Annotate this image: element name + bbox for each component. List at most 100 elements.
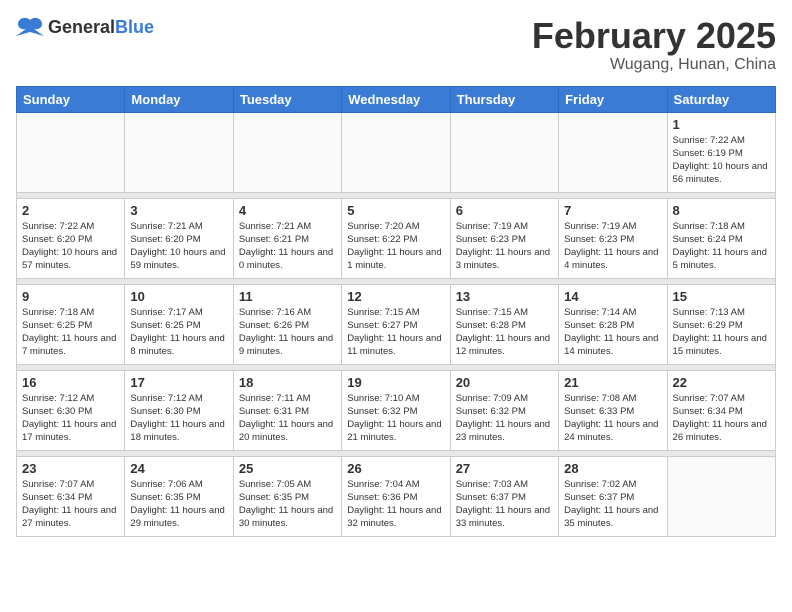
day-info: Sunrise: 7:19 AM Sunset: 6:23 PM Dayligh… bbox=[564, 220, 661, 273]
day-number: 20 bbox=[456, 375, 553, 390]
header-saturday: Saturday bbox=[667, 86, 775, 112]
day-info: Sunrise: 7:14 AM Sunset: 6:28 PM Dayligh… bbox=[564, 306, 661, 359]
calendar-cell: 11 Sunrise: 7:16 AM Sunset: 6:26 PM Dayli… bbox=[233, 284, 341, 364]
month-title: February 2025 bbox=[532, 16, 776, 56]
calendar-cell: 14 Sunrise: 7:14 AM Sunset: 6:28 PM Dayli… bbox=[559, 284, 667, 364]
day-number: 9 bbox=[22, 289, 119, 304]
day-number: 2 bbox=[22, 203, 119, 218]
day-info: Sunrise: 7:22 AM Sunset: 6:19 PM Dayligh… bbox=[673, 134, 770, 187]
day-number: 3 bbox=[130, 203, 227, 218]
day-info: Sunrise: 7:04 AM Sunset: 6:36 PM Dayligh… bbox=[347, 478, 444, 531]
day-info: Sunrise: 7:21 AM Sunset: 6:20 PM Dayligh… bbox=[130, 220, 227, 273]
logo-general: General bbox=[48, 17, 115, 37]
day-info: Sunrise: 7:07 AM Sunset: 6:34 PM Dayligh… bbox=[673, 392, 770, 445]
day-number: 14 bbox=[564, 289, 661, 304]
week-row-1: 1 Sunrise: 7:22 AM Sunset: 6:19 PM Daylig… bbox=[17, 112, 776, 192]
calendar-cell: 10 Sunrise: 7:17 AM Sunset: 6:25 PM Dayli… bbox=[125, 284, 233, 364]
calendar-cell: 24 Sunrise: 7:06 AM Sunset: 6:35 PM Dayli… bbox=[125, 456, 233, 536]
calendar-cell: 27 Sunrise: 7:03 AM Sunset: 6:37 PM Dayli… bbox=[450, 456, 558, 536]
week-row-2: 2 Sunrise: 7:22 AM Sunset: 6:20 PM Daylig… bbox=[17, 198, 776, 278]
calendar-cell: 17 Sunrise: 7:12 AM Sunset: 6:30 PM Dayli… bbox=[125, 370, 233, 450]
week-row-3: 9 Sunrise: 7:18 AM Sunset: 6:25 PM Daylig… bbox=[17, 284, 776, 364]
day-number: 25 bbox=[239, 461, 336, 476]
day-number: 21 bbox=[564, 375, 661, 390]
calendar-cell: 20 Sunrise: 7:09 AM Sunset: 6:32 PM Dayli… bbox=[450, 370, 558, 450]
day-info: Sunrise: 7:08 AM Sunset: 6:33 PM Dayligh… bbox=[564, 392, 661, 445]
header-sunday: Sunday bbox=[17, 86, 125, 112]
calendar-cell bbox=[125, 112, 233, 192]
day-number: 19 bbox=[347, 375, 444, 390]
day-number: 7 bbox=[564, 203, 661, 218]
day-info: Sunrise: 7:21 AM Sunset: 6:21 PM Dayligh… bbox=[239, 220, 336, 273]
week-row-4: 16Sunrise: 7:12 AM Sunset: 6:30 PM Dayli… bbox=[17, 370, 776, 450]
title-area: February 2025 Wugang, Hunan, China bbox=[532, 16, 776, 74]
day-info: Sunrise: 7:11 AM Sunset: 6:31 PM Dayligh… bbox=[239, 392, 336, 445]
calendar-cell: 12 Sunrise: 7:15 AM Sunset: 6:27 PM Dayli… bbox=[342, 284, 450, 364]
header-wednesday: Wednesday bbox=[342, 86, 450, 112]
day-number: 27 bbox=[456, 461, 553, 476]
calendar-cell: 15 Sunrise: 7:13 AM Sunset: 6:29 PM Dayli… bbox=[667, 284, 775, 364]
header: GeneralBlue February 2025 Wugang, Hunan,… bbox=[16, 16, 776, 74]
day-info: Sunrise: 7:19 AM Sunset: 6:23 PM Dayligh… bbox=[456, 220, 553, 273]
week-row-5: 23Sunrise: 7:07 AM Sunset: 6:34 PM Dayli… bbox=[17, 456, 776, 536]
day-number: 17 bbox=[130, 375, 227, 390]
calendar: Sunday Monday Tuesday Wednesday Thursday… bbox=[16, 86, 776, 537]
day-number: 18 bbox=[239, 375, 336, 390]
calendar-cell: 21 Sunrise: 7:08 AM Sunset: 6:33 PM Dayli… bbox=[559, 370, 667, 450]
calendar-cell: 16Sunrise: 7:12 AM Sunset: 6:30 PM Dayli… bbox=[17, 370, 125, 450]
day-number: 11 bbox=[239, 289, 336, 304]
day-number: 10 bbox=[130, 289, 227, 304]
calendar-cell bbox=[17, 112, 125, 192]
logo: GeneralBlue bbox=[16, 16, 154, 38]
day-info: Sunrise: 7:17 AM Sunset: 6:25 PM Dayligh… bbox=[130, 306, 227, 359]
day-info: Sunrise: 7:05 AM Sunset: 6:35 PM Dayligh… bbox=[239, 478, 336, 531]
day-number: 5 bbox=[347, 203, 444, 218]
day-info: Sunrise: 7:12 AM Sunset: 6:30 PM Dayligh… bbox=[22, 392, 119, 445]
header-tuesday: Tuesday bbox=[233, 86, 341, 112]
day-info: Sunrise: 7:12 AM Sunset: 6:30 PM Dayligh… bbox=[130, 392, 227, 445]
day-info: Sunrise: 7:22 AM Sunset: 6:20 PM Dayligh… bbox=[22, 220, 119, 273]
day-number: 24 bbox=[130, 461, 227, 476]
day-info: Sunrise: 7:18 AM Sunset: 6:24 PM Dayligh… bbox=[673, 220, 770, 273]
day-info: Sunrise: 7:18 AM Sunset: 6:25 PM Dayligh… bbox=[22, 306, 119, 359]
calendar-cell: 19 Sunrise: 7:10 AM Sunset: 6:32 PM Dayli… bbox=[342, 370, 450, 450]
calendar-cell: 6 Sunrise: 7:19 AM Sunset: 6:23 PM Daylig… bbox=[450, 198, 558, 278]
calendar-cell bbox=[450, 112, 558, 192]
calendar-cell: 4 Sunrise: 7:21 AM Sunset: 6:21 PM Daylig… bbox=[233, 198, 341, 278]
calendar-cell bbox=[667, 456, 775, 536]
day-info: Sunrise: 7:09 AM Sunset: 6:32 PM Dayligh… bbox=[456, 392, 553, 445]
day-number: 8 bbox=[673, 203, 770, 218]
day-info: Sunrise: 7:15 AM Sunset: 6:28 PM Dayligh… bbox=[456, 306, 553, 359]
calendar-cell: 9 Sunrise: 7:18 AM Sunset: 6:25 PM Daylig… bbox=[17, 284, 125, 364]
day-number: 26 bbox=[347, 461, 444, 476]
day-info: Sunrise: 7:06 AM Sunset: 6:35 PM Dayligh… bbox=[130, 478, 227, 531]
calendar-cell: 1 Sunrise: 7:22 AM Sunset: 6:19 PM Daylig… bbox=[667, 112, 775, 192]
day-info: Sunrise: 7:20 AM Sunset: 6:22 PM Dayligh… bbox=[347, 220, 444, 273]
day-info: Sunrise: 7:16 AM Sunset: 6:26 PM Dayligh… bbox=[239, 306, 336, 359]
calendar-cell: 18 Sunrise: 7:11 AM Sunset: 6:31 PM Dayli… bbox=[233, 370, 341, 450]
day-info: Sunrise: 7:10 AM Sunset: 6:32 PM Dayligh… bbox=[347, 392, 444, 445]
calendar-cell bbox=[559, 112, 667, 192]
day-number: 22 bbox=[673, 375, 770, 390]
day-number: 15 bbox=[673, 289, 770, 304]
day-number: 4 bbox=[239, 203, 336, 218]
calendar-cell: 2 Sunrise: 7:22 AM Sunset: 6:20 PM Daylig… bbox=[17, 198, 125, 278]
day-number: 6 bbox=[456, 203, 553, 218]
day-number: 1 bbox=[673, 117, 770, 132]
calendar-cell: 26 Sunrise: 7:04 AM Sunset: 6:36 PM Dayli… bbox=[342, 456, 450, 536]
day-number: 12 bbox=[347, 289, 444, 304]
day-info: Sunrise: 7:15 AM Sunset: 6:27 PM Dayligh… bbox=[347, 306, 444, 359]
calendar-cell bbox=[233, 112, 341, 192]
header-monday: Monday bbox=[125, 86, 233, 112]
header-friday: Friday bbox=[559, 86, 667, 112]
day-number: 28 bbox=[564, 461, 661, 476]
calendar-cell: 25 Sunrise: 7:05 AM Sunset: 6:35 PM Dayli… bbox=[233, 456, 341, 536]
header-thursday: Thursday bbox=[450, 86, 558, 112]
day-info: Sunrise: 7:13 AM Sunset: 6:29 PM Dayligh… bbox=[673, 306, 770, 359]
calendar-cell: 3 Sunrise: 7:21 AM Sunset: 6:20 PM Daylig… bbox=[125, 198, 233, 278]
day-number: 13 bbox=[456, 289, 553, 304]
calendar-cell: 23Sunrise: 7:07 AM Sunset: 6:34 PM Dayli… bbox=[17, 456, 125, 536]
day-info: Sunrise: 7:03 AM Sunset: 6:37 PM Dayligh… bbox=[456, 478, 553, 531]
calendar-cell: 28Sunrise: 7:02 AM Sunset: 6:37 PM Dayli… bbox=[559, 456, 667, 536]
day-info: Sunrise: 7:07 AM Sunset: 6:34 PM Dayligh… bbox=[22, 478, 119, 531]
